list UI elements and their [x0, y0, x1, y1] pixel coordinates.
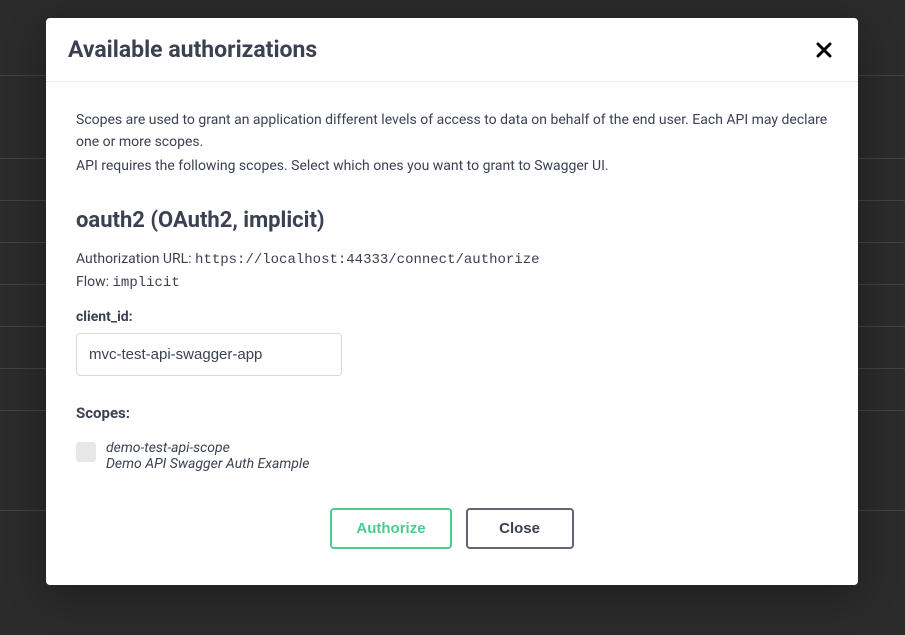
modal-title: Available authorizations	[68, 36, 317, 63]
close-icon	[816, 42, 832, 58]
flow-row: Flow: implicit	[76, 274, 828, 291]
scope-name: demo-test-api-scope	[106, 440, 309, 456]
auth-heading: oauth2 (OAuth2, implicit)	[76, 208, 828, 233]
scope-desc: Demo API Swagger Auth Example	[106, 456, 309, 472]
info-text-1: Scopes are used to grant an application …	[76, 110, 828, 153]
auth-section: oauth2 (OAuth2, implicit) Authorization …	[76, 208, 828, 549]
close-button[interactable]: Close	[466, 508, 574, 549]
auth-url-label: Authorization URL:	[76, 251, 195, 267]
modal-header: Available authorizations	[46, 18, 858, 82]
scope-item: demo-test-api-scope Demo API Swagger Aut…	[76, 440, 828, 472]
scopes-label: Scopes:	[76, 404, 828, 422]
modal-body: Scopes are used to grant an application …	[46, 82, 858, 585]
scope-checkbox[interactable]	[76, 442, 96, 462]
auth-url-value: https://localhost:44333/connect/authoriz…	[195, 252, 539, 268]
close-icon-button[interactable]	[812, 38, 836, 62]
authorize-button[interactable]: Authorize	[330, 508, 451, 549]
authorization-modal: Available authorizations Scopes are used…	[46, 18, 858, 585]
button-row: Authorize Close	[76, 508, 828, 549]
flow-value: implicit	[113, 275, 180, 291]
info-text-2: API requires the following scopes. Selec…	[76, 156, 828, 178]
flow-label: Flow:	[76, 274, 113, 290]
client-id-input[interactable]	[76, 333, 342, 376]
scope-text: demo-test-api-scope Demo API Swagger Aut…	[106, 440, 309, 472]
auth-url-row: Authorization URL: https://localhost:443…	[76, 251, 828, 268]
client-id-label: client_id:	[76, 309, 828, 325]
